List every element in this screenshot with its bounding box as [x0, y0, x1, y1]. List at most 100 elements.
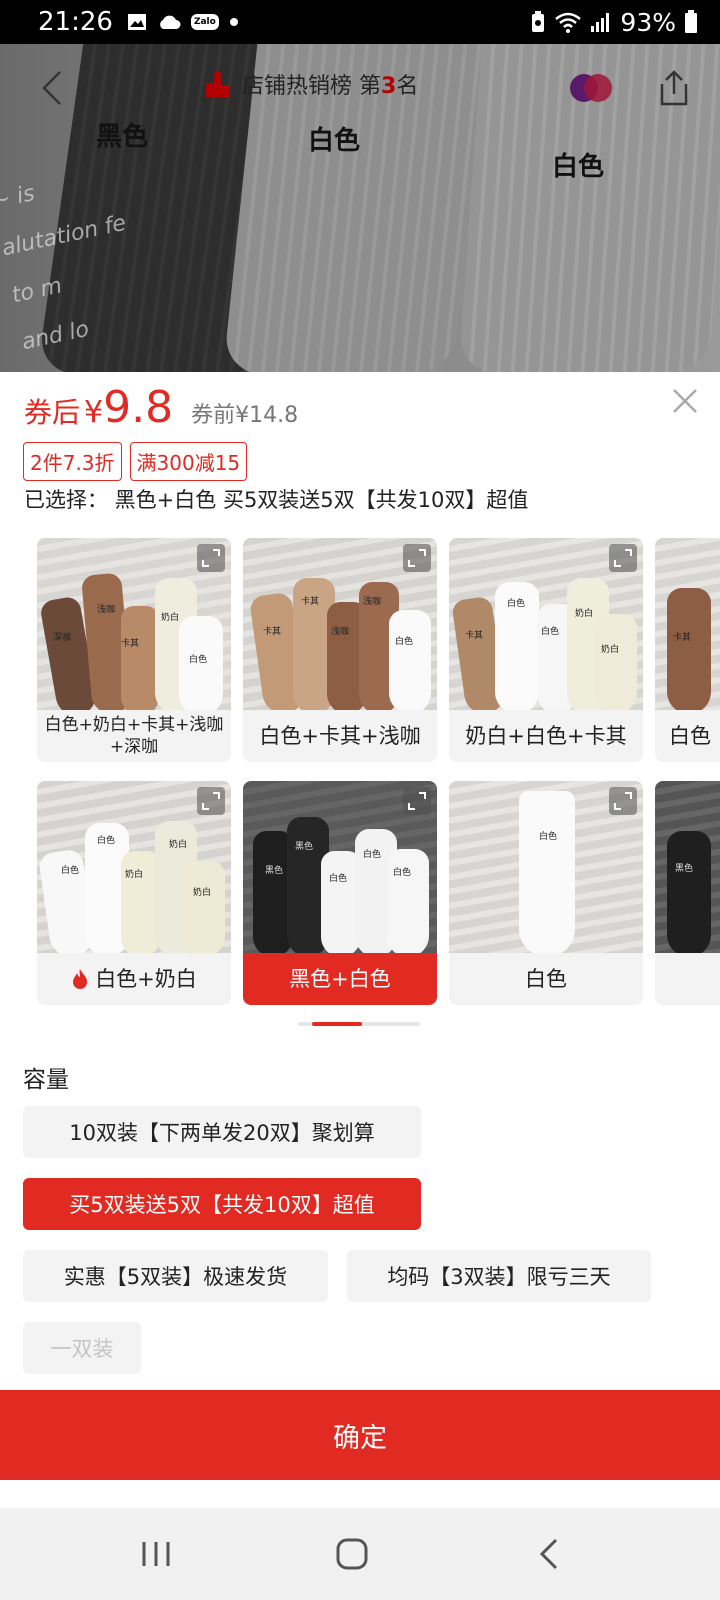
brand-circles-icon[interactable]: [568, 72, 614, 104]
sock-label: 奶白: [193, 888, 212, 898]
rank-suffix: 名: [396, 74, 419, 99]
sock-shape: [519, 791, 575, 953]
sock-label: 白色: [393, 868, 412, 878]
rank-number: 3: [381, 74, 397, 99]
option-label: 奶白+白色+卡其: [465, 724, 627, 748]
screen: 21:26 Zalo 93% ~ is alutation fe to m an…: [0, 0, 720, 1600]
option-label: 白色+奶白: [37, 953, 231, 1005]
signal-icon: [591, 13, 610, 32]
option-label: 白色: [669, 724, 711, 748]
sock-label: 浅咖: [363, 597, 382, 607]
expand-icon[interactable]: [197, 544, 225, 572]
sock-shape: [121, 606, 159, 710]
original-price: 券前¥14.8: [191, 403, 299, 428]
sock-label: 卡其: [301, 597, 320, 607]
back-nav-icon[interactable]: [530, 1536, 570, 1572]
selected-summary: 已选择： 黑色+白色 买5双装送5双【共发10双】超值: [24, 488, 529, 512]
option-image: 卡其 卡其 浅咖 浅咖 白色: [243, 538, 437, 710]
capacity-option[interactable]: 均码【3双装】限亏三天: [347, 1250, 651, 1302]
home-icon[interactable]: [332, 1536, 372, 1572]
sock-label: 奶白: [125, 870, 144, 880]
color-option[interactable]: 白色 白色 奶白 奶白 奶白 白色+奶白: [37, 781, 231, 1005]
sock-shape: [667, 588, 711, 710]
after-coupon-label: 券后: [24, 396, 81, 429]
color-option[interactable]: 卡其 卡其 浅咖 浅咖 白色 白色+卡其+浅咖: [243, 538, 437, 762]
capacity-option-disabled: 一双装: [23, 1322, 141, 1374]
option-image: 卡其: [655, 538, 720, 710]
clock: 21:26: [38, 7, 113, 37]
sock-label: 奶白: [601, 645, 620, 655]
expand-icon[interactable]: [609, 544, 637, 572]
cloud-icon: [160, 15, 181, 29]
option-image: 白色: [449, 781, 643, 953]
color-option-selected[interactable]: 黑色 黑色 白色 白色 白色 黑色+白色: [243, 781, 437, 1005]
option-image: 黑色 黑色 白色 白色 白色: [243, 781, 437, 953]
battery-icon: [685, 10, 697, 33]
sock-label: 白色: [552, 152, 605, 182]
top-bar: 店铺热销榜 第3名: [0, 44, 720, 130]
gallery-icon: [127, 14, 146, 30]
sock-label: 白色: [395, 637, 414, 647]
option-image: 卡其 白色 白色 奶白 奶白: [449, 538, 643, 710]
battery-percent: 93%: [620, 7, 676, 37]
option-image: 深咖 浅咖 卡其 奶白 白色: [37, 538, 231, 710]
wifi-icon: [555, 12, 582, 33]
expand-icon[interactable]: [197, 787, 225, 815]
sock-label: 卡其: [673, 633, 692, 643]
expand-icon[interactable]: [403, 787, 431, 815]
option-label: [655, 953, 720, 1005]
option-image: 白色 白色 奶白 奶白 奶白: [37, 781, 231, 953]
sock-label: 白色: [507, 599, 526, 609]
rank-prefix: 店铺热销榜 第: [242, 74, 381, 99]
promo-tag: 满300减15: [129, 442, 248, 481]
color-option[interactable]: 卡其 白色 白色 奶白 奶白 奶白+白色+卡其: [449, 538, 643, 762]
sock-label: 白色: [61, 866, 80, 876]
status-bar: 21:26 Zalo 93%: [0, 0, 720, 44]
sock-label: 奶白: [169, 840, 188, 850]
hot-flame-icon: [73, 969, 88, 989]
sock-label: 白色: [189, 655, 208, 665]
shop-rank[interactable]: 店铺热销榜 第3名: [204, 68, 418, 100]
color-option[interactable]: 白色 白色: [449, 781, 643, 1005]
sock-label: 白色: [97, 836, 116, 846]
expand-icon[interactable]: [609, 787, 637, 815]
sock-label: 奶白: [575, 609, 594, 619]
share-icon[interactable]: [654, 68, 694, 108]
option-label: 白色+奶白+卡其+浅咖+深咖: [44, 715, 224, 757]
recent-apps-icon[interactable]: [136, 1536, 176, 1572]
color-option[interactable]: 卡其 白色: [655, 538, 720, 762]
sock-label: 白色: [363, 850, 382, 860]
horizontal-scroll-indicator: [298, 1022, 420, 1026]
sock-shape: [389, 610, 431, 710]
sock-label: 黑色: [295, 842, 314, 852]
sock-label: 白色: [539, 832, 558, 842]
price-value: 9.8: [103, 382, 174, 433]
option-label: 白色: [525, 967, 567, 991]
sock-label: 浅咖: [97, 605, 116, 615]
confirm-button[interactable]: 确定: [0, 1390, 720, 1480]
zalo-icon: Zalo: [190, 14, 219, 30]
capacity-option[interactable]: 10双装【下两单发20双】聚划算: [23, 1106, 421, 1158]
option-label-text: 白色+奶白: [95, 967, 197, 991]
sock-label: 深咖: [53, 633, 72, 643]
dot-icon: [229, 18, 238, 26]
sock-label: 卡其: [465, 631, 484, 641]
scroll-thumb: [312, 1022, 362, 1026]
rank-bars-icon: [206, 69, 229, 97]
expand-icon[interactable]: [403, 544, 431, 572]
capacity-option-selected[interactable]: 买5双装送5双【共发10双】超值: [23, 1178, 421, 1230]
option-label: 白色+卡其+浅咖: [259, 724, 421, 748]
sock-label: 黑色: [265, 866, 284, 876]
promo-tag: 2件7.3折: [23, 442, 122, 481]
sock-label: 白色: [541, 627, 560, 637]
color-option[interactable]: 黑色: [655, 781, 720, 1005]
close-icon[interactable]: [670, 386, 700, 416]
promo-tags: 2件7.3折 满300减15: [23, 442, 248, 481]
sock-shape: [667, 831, 711, 953]
sock-label: 卡其: [263, 627, 282, 637]
sock-label: 奶白: [161, 613, 180, 623]
back-icon[interactable]: [34, 68, 74, 108]
sock-label: 白色: [329, 874, 348, 884]
capacity-option[interactable]: 实惠【5双装】极速发货: [23, 1250, 328, 1302]
color-option[interactable]: 深咖 浅咖 卡其 奶白 白色 白色+奶白+卡其+浅咖+深咖: [37, 538, 231, 762]
